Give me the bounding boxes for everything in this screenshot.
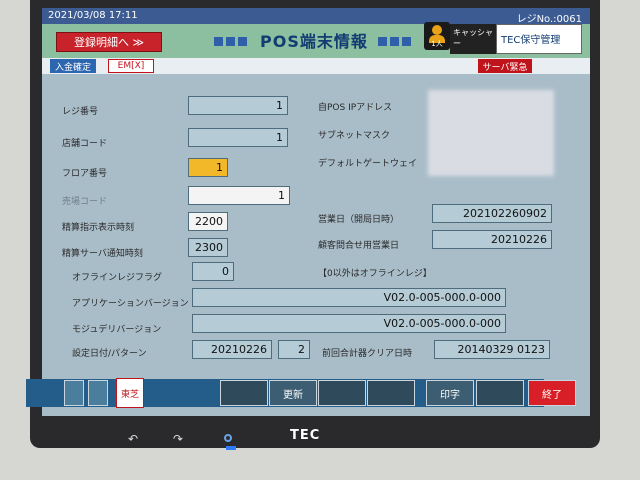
business-day-field: 202102260902 xyxy=(432,204,552,223)
field-label: アプリケーションバージョン xyxy=(72,299,189,309)
title-right-squares xyxy=(377,31,414,50)
app-version-field: V02.0-005-000.0-000 xyxy=(192,288,506,307)
field-label: 自POS IPアドレス xyxy=(318,103,393,113)
fkey-blank-1[interactable] xyxy=(220,380,268,406)
power-icon[interactable] xyxy=(224,434,232,442)
operator-icon: 1人 xyxy=(424,22,450,50)
field-label: 精算サーバ通知時刻 xyxy=(62,249,143,259)
module-version-field: V02.0-005-000.0-000 xyxy=(192,314,506,333)
settlement-server-time-field: 2300 xyxy=(188,238,228,257)
fkey-blank-3[interactable] xyxy=(367,380,415,406)
title-left-squares xyxy=(214,31,250,50)
field-label: オフラインレジフラグ xyxy=(72,273,163,283)
field-label: 顧客問合せ用営業日 xyxy=(318,241,400,251)
offline-flag-field: 0 xyxy=(192,262,234,281)
field-label: レジ番号 xyxy=(62,107,99,117)
update-button[interactable]: 更新 xyxy=(269,380,317,406)
page-title: POS端末情報 xyxy=(260,32,368,51)
offline-note: 【0以外はオフラインレジ】 xyxy=(318,269,432,279)
register-detail-button[interactable]: 登録明細へ ≫ xyxy=(56,32,162,52)
fkey-1[interactable] xyxy=(64,380,84,406)
field-label: 設定日付/パターン xyxy=(72,349,147,359)
print-button[interactable]: 印字 xyxy=(426,380,474,406)
register-number-field: 1 xyxy=(188,96,288,115)
brand-logo: TEC xyxy=(290,428,321,443)
end-button[interactable]: 終了 xyxy=(528,380,576,406)
forward-icon[interactable]: ↷ xyxy=(173,432,185,446)
clear-datetime-field: 20140329 0123 xyxy=(434,340,550,359)
field-label: 営業日（開局日時） xyxy=(318,215,400,225)
maintenance-label: TEC保守管理 xyxy=(496,24,582,54)
field-label: フロア番号 xyxy=(62,169,108,179)
status-register-no: レジNo.:0061 xyxy=(516,14,582,25)
field-label: サブネットマスク xyxy=(318,131,391,141)
store-code-field: 1 xyxy=(188,128,288,147)
floor-number-field[interactable]: 1 xyxy=(188,158,228,177)
fkey-blank-2[interactable] xyxy=(318,380,366,406)
server-emergency-button[interactable]: サーバ緊急 xyxy=(478,59,532,73)
page-title-group: POS端末情報 xyxy=(214,28,414,52)
cashier-label: キャッシャー xyxy=(450,24,496,54)
section-code-field[interactable]: 1 xyxy=(188,186,290,205)
fkey-2[interactable] xyxy=(88,380,108,406)
blurred-network-values xyxy=(428,90,554,176)
customer-query-day-field: 20210226 xyxy=(432,230,552,249)
setting-date-field: 20210226 xyxy=(192,340,272,359)
fkey-blank-4[interactable] xyxy=(476,380,524,406)
em-button[interactable]: EM[X] xyxy=(108,59,154,73)
setting-pattern-field: 2 xyxy=(278,340,310,359)
operator-count: 1人 xyxy=(431,40,443,48)
deposit-confirm-button[interactable]: 入金確定 xyxy=(50,59,96,73)
back-icon[interactable]: ↶ xyxy=(128,432,140,446)
field-label: 店舗コード xyxy=(62,139,108,149)
field-label: 前回合計器クリア日時 xyxy=(322,349,413,359)
power-led xyxy=(226,446,236,450)
field-label: 精算指示表示時刻 xyxy=(62,223,135,233)
field-label: 売場コード xyxy=(62,197,108,207)
settlement-display-time-field[interactable]: 2200 xyxy=(188,212,228,231)
toshiba-logo: 東芝 xyxy=(116,378,144,408)
field-label: モジュデリバージョン xyxy=(72,325,162,335)
status-datetime: 2021/03/08 17:11 xyxy=(48,10,138,21)
field-label: デフォルトゲートウェイ xyxy=(318,159,418,169)
screen: 2021/03/08 17:11 レジNo.:0061 登録明細へ ≫ POS端… xyxy=(42,8,590,416)
status-bar: 2021/03/08 17:11 レジNo.:0061 xyxy=(42,8,590,25)
